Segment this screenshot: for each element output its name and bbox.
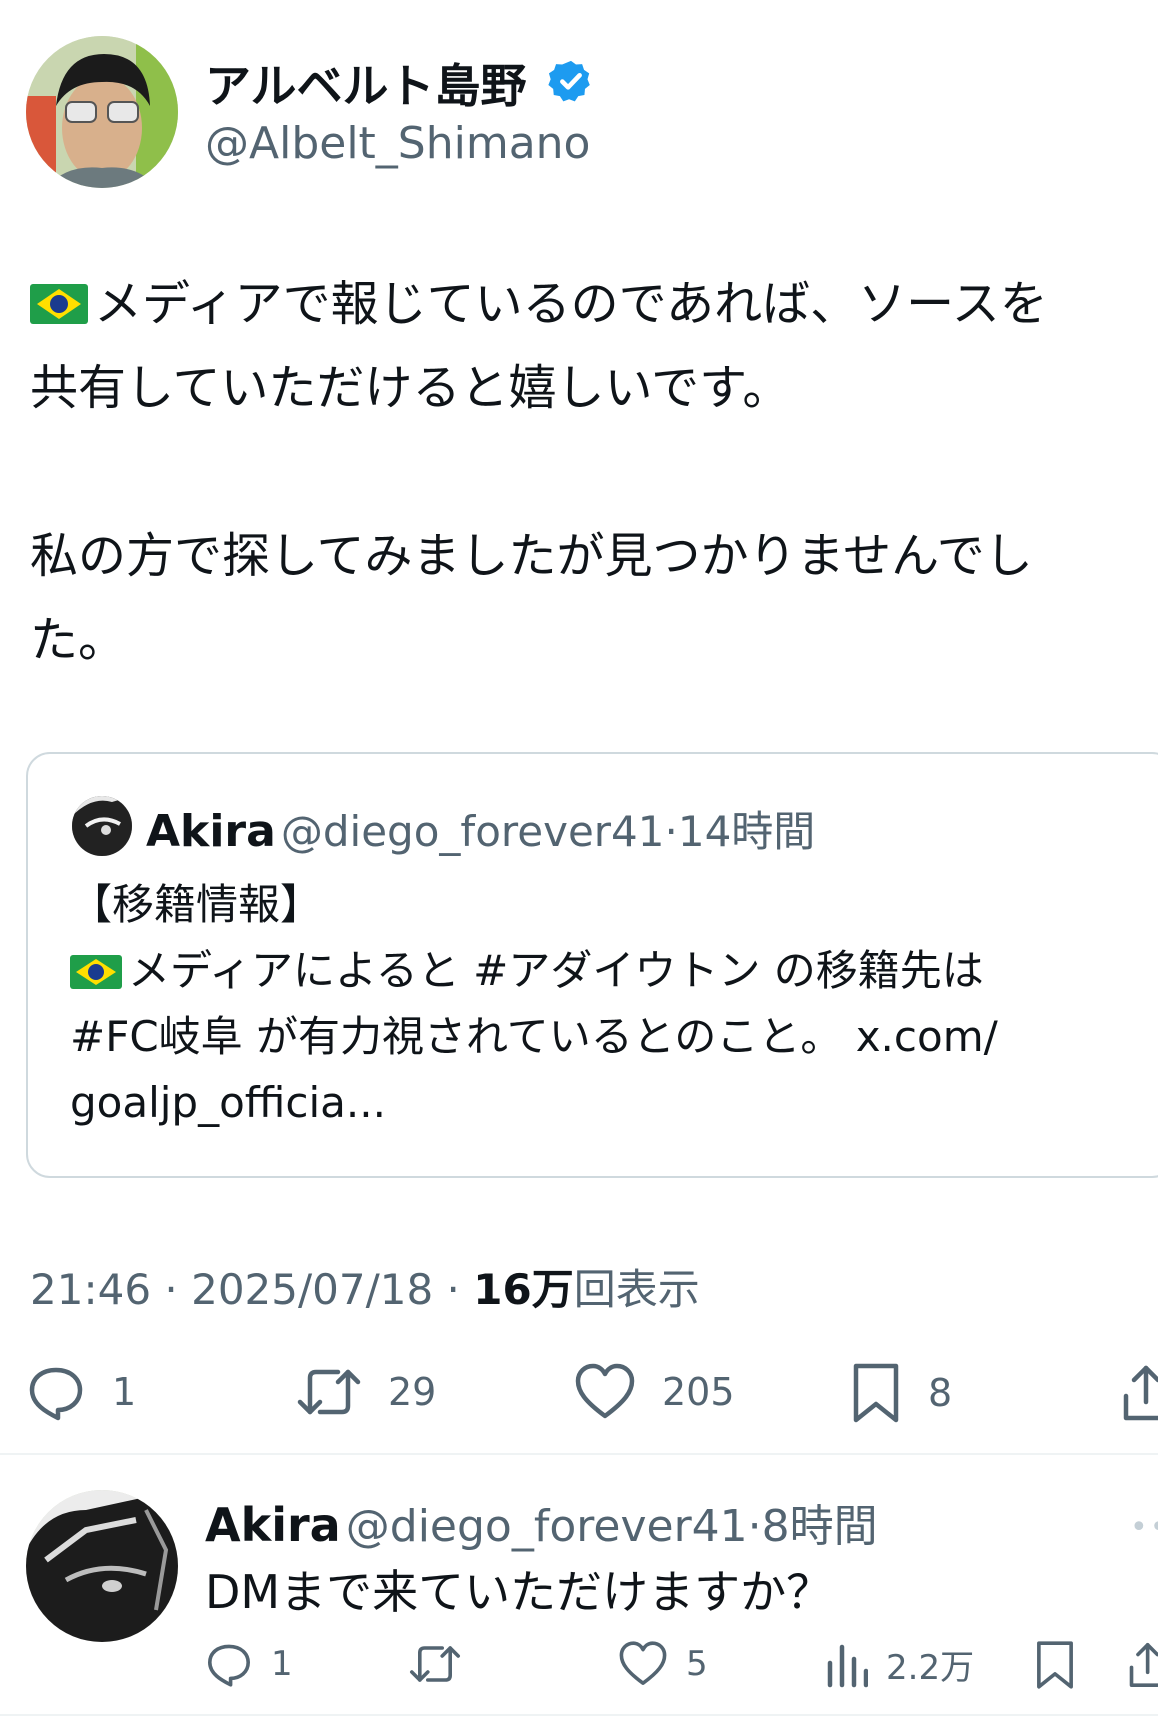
like-button[interactable]: 205 [574,1362,735,1422]
brazil-flag-icon [30,284,88,324]
share-button[interactable] [1120,1362,1158,1424]
verified-badge-icon [548,58,594,104]
reply-author-avatar[interactable] [26,1490,178,1642]
reply-reply-button[interactable]: 1 [205,1640,293,1688]
reply-reply-count: 1 [271,1644,293,1684]
reply-like-button[interactable]: 5 [618,1640,708,1688]
reply-like-count: 5 [686,1644,708,1684]
bookmark-icon [853,1363,899,1423]
quoted-text-line: #FC岐阜 が有力視されているとのこと。 x.com/ [70,1012,998,1061]
reply-repost-button[interactable] [408,1640,462,1688]
quoted-text-line: メディアによると #アダイウトン の移籍先は [128,946,984,995]
dot-separator: · [664,807,678,856]
main-author-handle[interactable]: @Albelt_Shimano [205,118,590,169]
reply-views-button[interactable]: 2.2万 [826,1640,974,1689]
repost-button[interactable]: 29 [296,1362,436,1422]
reply-bookmark-button[interactable] [1034,1640,1076,1690]
repost-icon [297,1369,361,1415]
quoted-author-handle: @diego_forever41 [280,807,665,856]
tweet-text-line: メディアで報じているのであれば、ソースを [94,276,1048,332]
divider [0,1453,1158,1455]
more-options-icon[interactable]: ••• [1130,1510,1158,1545]
share-icon [1129,1643,1158,1687]
quoted-author-avatar [72,796,132,856]
share-icon [1123,1365,1158,1421]
reply-author-name[interactable]: Akira [205,1498,341,1552]
repost-icon [410,1646,461,1682]
avatar-photo [26,36,178,188]
tweet-text-line: 私の方で探してみましたが見つかりませんでし [30,528,1033,584]
avatar-image [26,1490,178,1642]
reply-text: DMまで来ていただけますか？ [205,1565,833,1619]
view-label: 回表示 [573,1265,700,1314]
reply-icon [29,1367,83,1421]
reply-button[interactable]: 1 [26,1362,136,1422]
tweet-text-line: た。 [30,612,127,668]
reply-count: 1 [112,1370,137,1414]
bookmark-icon [1037,1641,1073,1689]
analytics-icon [827,1644,868,1687]
reply-author-handle[interactable]: @diego_forever41 [346,1501,748,1552]
brazil-flag-icon [70,955,122,989]
tweet-text-line: 共有していただけると嬉しいです。 [30,360,791,416]
quoted-tweet-card[interactable]: Akira @diego_forever41·14時間 【移籍情報】 メディアに… [26,752,1158,1178]
view-count: 16万 [473,1265,574,1314]
like-count: 205 [662,1370,735,1414]
divider [0,1714,1158,1716]
tweet-body: メディアで報じているのであれば、ソースを 共有していただけると嬉しいです。 私の… [30,262,1158,682]
reply-share-button[interactable] [1126,1640,1158,1690]
reply-icon [208,1644,250,1687]
tweet-metadata: 21:46 · 2025/07/18 · 16万回表示 [30,1265,700,1314]
main-author-avatar[interactable] [26,36,178,188]
quoted-tweet-age: 14時間 [677,807,816,856]
tweet-date: 2025/07/18 [191,1265,434,1314]
quoted-author-name: Akira [146,806,276,857]
tweet-time: 21:46 [30,1265,152,1314]
bookmark-count: 8 [928,1371,953,1415]
reply-view-count: 2.2万 [886,1648,975,1688]
heart-icon [619,1641,667,1685]
avatar-image [72,796,132,856]
repost-count: 29 [388,1370,437,1414]
bookmark-button[interactable]: 8 [850,1362,952,1424]
reply-age: 8時間 [761,1501,878,1552]
heart-icon [575,1363,635,1419]
main-author-name[interactable]: アルベルト島野 [205,50,527,116]
dot-separator: · [747,1501,762,1552]
quoted-text-line: 【移籍情報】 [70,880,323,929]
quoted-text-line: goaljp_officia... [70,1078,386,1127]
